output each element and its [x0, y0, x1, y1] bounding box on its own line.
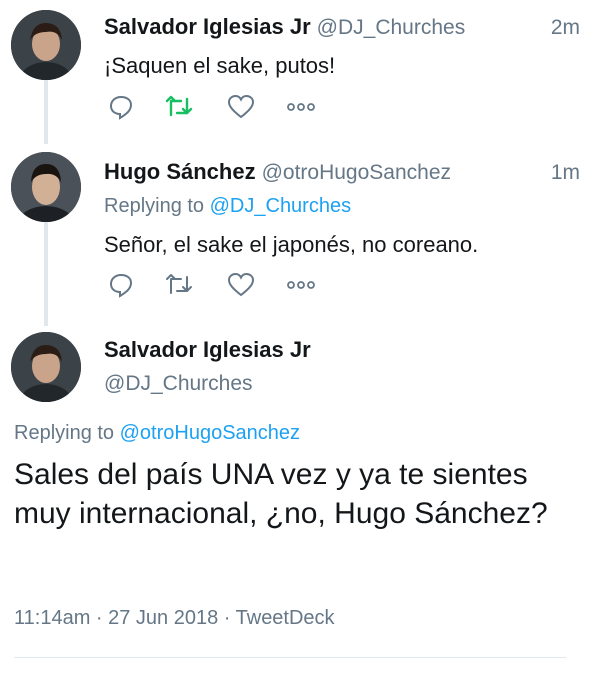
tweet-time[interactable]: 1m [551, 161, 580, 185]
author-name[interactable]: Hugo Sánchez [104, 159, 256, 184]
replying-to-link[interactable]: @DJ_Churches [210, 195, 351, 217]
reply-icon[interactable] [104, 92, 138, 122]
tweet-text: Sales del país UNA vez y ya te sientes m… [14, 458, 548, 530]
replying-prefix: Replying to [14, 422, 115, 444]
divider [14, 657, 566, 658]
thread-connector-line [44, 80, 48, 144]
more-dots-icon[interactable] [284, 270, 318, 300]
tweet-text: Señor, el sake el japonés, no coreano. [104, 232, 479, 257]
more-dots-icon[interactable] [284, 92, 318, 122]
tweet-timestamp[interactable]: 11:14am · 27 Jun 2018 · TweetDeck [14, 607, 335, 630]
thread-connector-line [44, 222, 48, 326]
replying-to-link[interactable]: @otroHugoSanchez [120, 422, 300, 444]
avatar[interactable] [11, 332, 81, 402]
tweet-time[interactable]: 2m [551, 16, 580, 40]
author-handle[interactable]: @DJ_Churches [104, 372, 253, 396]
author-handle[interactable]: @DJ_Churches [317, 16, 466, 39]
replying-to: Replying to @otroHugoSanchez [14, 422, 300, 445]
retweet-icon[interactable] [162, 270, 196, 300]
replying-to: Replying to @DJ_Churches [104, 195, 351, 218]
avatar[interactable] [11, 152, 81, 222]
retweet-icon[interactable] [162, 92, 196, 122]
replying-prefix: Replying to [104, 195, 205, 217]
author-name[interactable]: Salvador Iglesias Jr [104, 337, 311, 363]
author-handle[interactable]: @otroHugoSanchez [262, 161, 451, 184]
heart-icon[interactable] [224, 270, 258, 300]
author-name[interactable]: Salvador Iglesias Jr [104, 14, 311, 39]
avatar[interactable] [11, 10, 81, 80]
reply-icon[interactable] [104, 270, 138, 300]
heart-icon[interactable] [224, 92, 258, 122]
tweet-text: ¡Saquen el sake, putos! [104, 53, 336, 78]
